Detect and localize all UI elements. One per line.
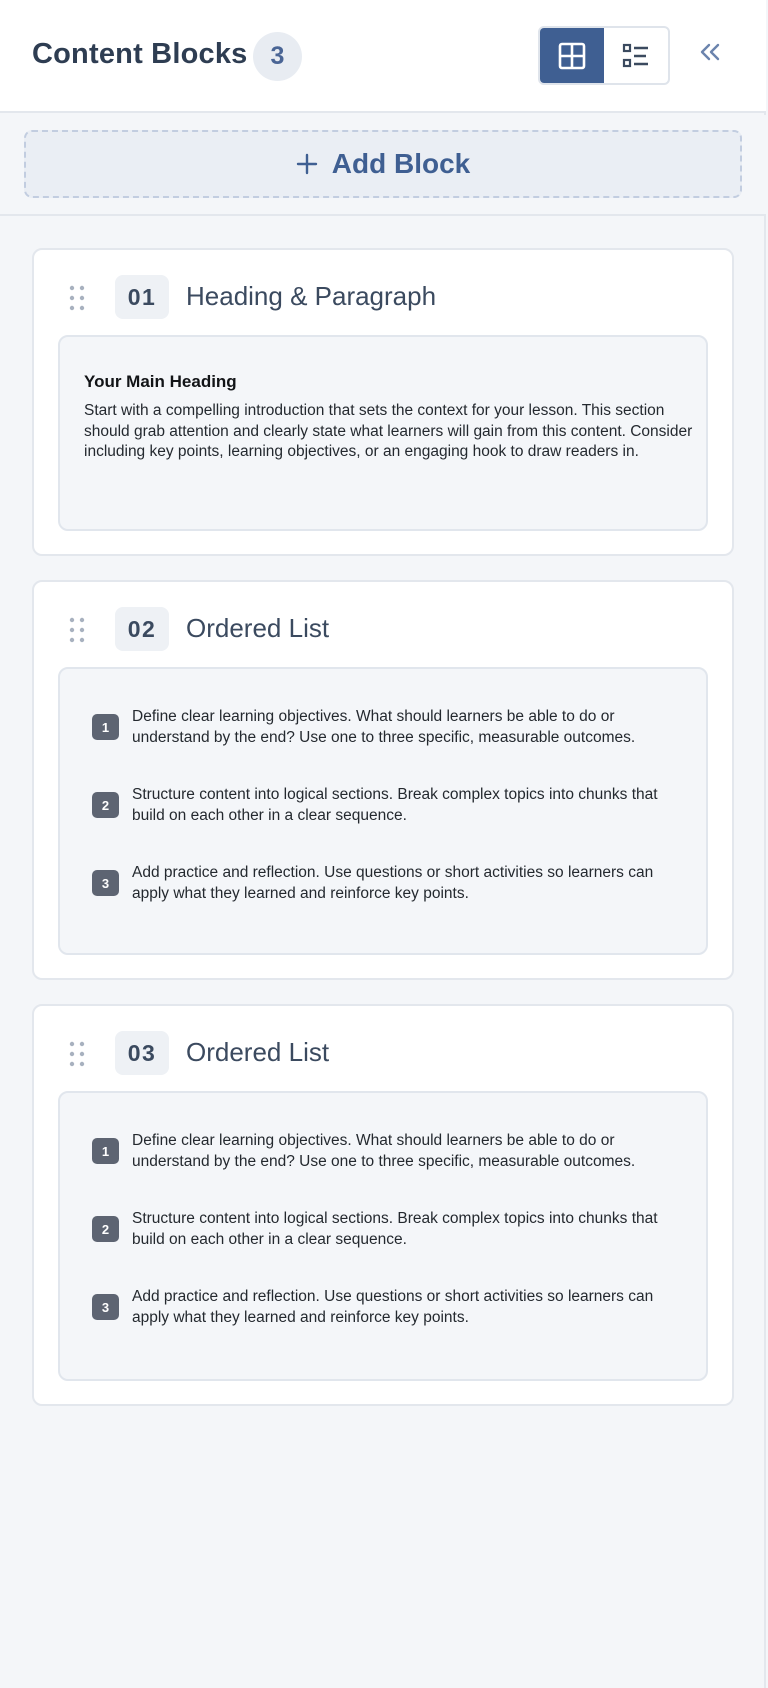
drag-handle-icon[interactable] (68, 284, 86, 312)
list-item-number: 2 (92, 792, 119, 818)
list-item-number: 1 (92, 714, 119, 740)
preview-paragraph: Start with a compelling introduction tha… (84, 402, 693, 460)
content-block[interactable]: 03 Ordered List 1 Define clear learning … (32, 1004, 734, 1406)
block-content-preview[interactable]: Your Main Heading Start with a compellin… (58, 335, 708, 531)
drag-handle-icon[interactable] (68, 1040, 86, 1068)
list-item-text: Define clear learning objectives. What s… (132, 1132, 636, 1170)
content-block[interactable]: 02 Ordered List 1 Define clear learning … (32, 580, 734, 980)
grid-view-icon (558, 42, 586, 69)
view-toggle (538, 26, 670, 85)
block-type-label: Ordered List (186, 1037, 330, 1067)
add-block-button[interactable]: Add Block (24, 130, 742, 198)
drag-handle-icon[interactable] (68, 616, 86, 644)
block-type-label: Ordered List (186, 613, 330, 643)
panel-header: Content Blocks 3 (0, 0, 766, 113)
add-block-area: Add Block (0, 115, 766, 216)
preview-heading: Your Main Heading (84, 372, 237, 391)
block-content-preview[interactable]: 1 Define clear learning objectives. What… (58, 1091, 708, 1381)
list-item-number: 1 (92, 1138, 119, 1164)
block-type-label: Heading & Paragraph (186, 281, 437, 311)
content-blocks-panel: Content Blocks 3 Add Block 01 Heading & … (0, 0, 766, 1688)
block-content-preview[interactable]: 1 Define clear learning objectives. What… (58, 667, 708, 955)
panel-title: Content Blocks (32, 38, 248, 70)
list-view-button[interactable] (604, 28, 668, 83)
list-item-text: Define clear learning objectives. What s… (132, 708, 636, 746)
list-item-text: Structure content into logical sections.… (132, 786, 658, 824)
list-item-text: Structure content into logical sections.… (132, 1210, 658, 1248)
list-view-icon (622, 43, 648, 67)
double-chevron-left-icon (700, 43, 720, 61)
list-item-text: Add practice and reflection. Use questio… (132, 1288, 654, 1326)
list-item-number: 2 (92, 1216, 119, 1242)
content-block[interactable]: 01 Heading & Paragraph Your Main Heading… (32, 248, 734, 556)
list-item-number: 3 (92, 870, 119, 896)
grid-view-button[interactable] (540, 28, 604, 83)
add-block-label: Add Block (331, 148, 471, 179)
collapse-panel-button[interactable] (694, 34, 726, 70)
block-count-badge: 3 (253, 32, 302, 81)
plus-icon (296, 153, 317, 175)
block-number: 03 (115, 1031, 169, 1075)
block-number: 01 (115, 275, 169, 319)
list-item-number: 3 (92, 1294, 119, 1320)
block-number: 02 (115, 607, 169, 651)
list-item-text: Add practice and reflection. Use questio… (132, 864, 654, 902)
